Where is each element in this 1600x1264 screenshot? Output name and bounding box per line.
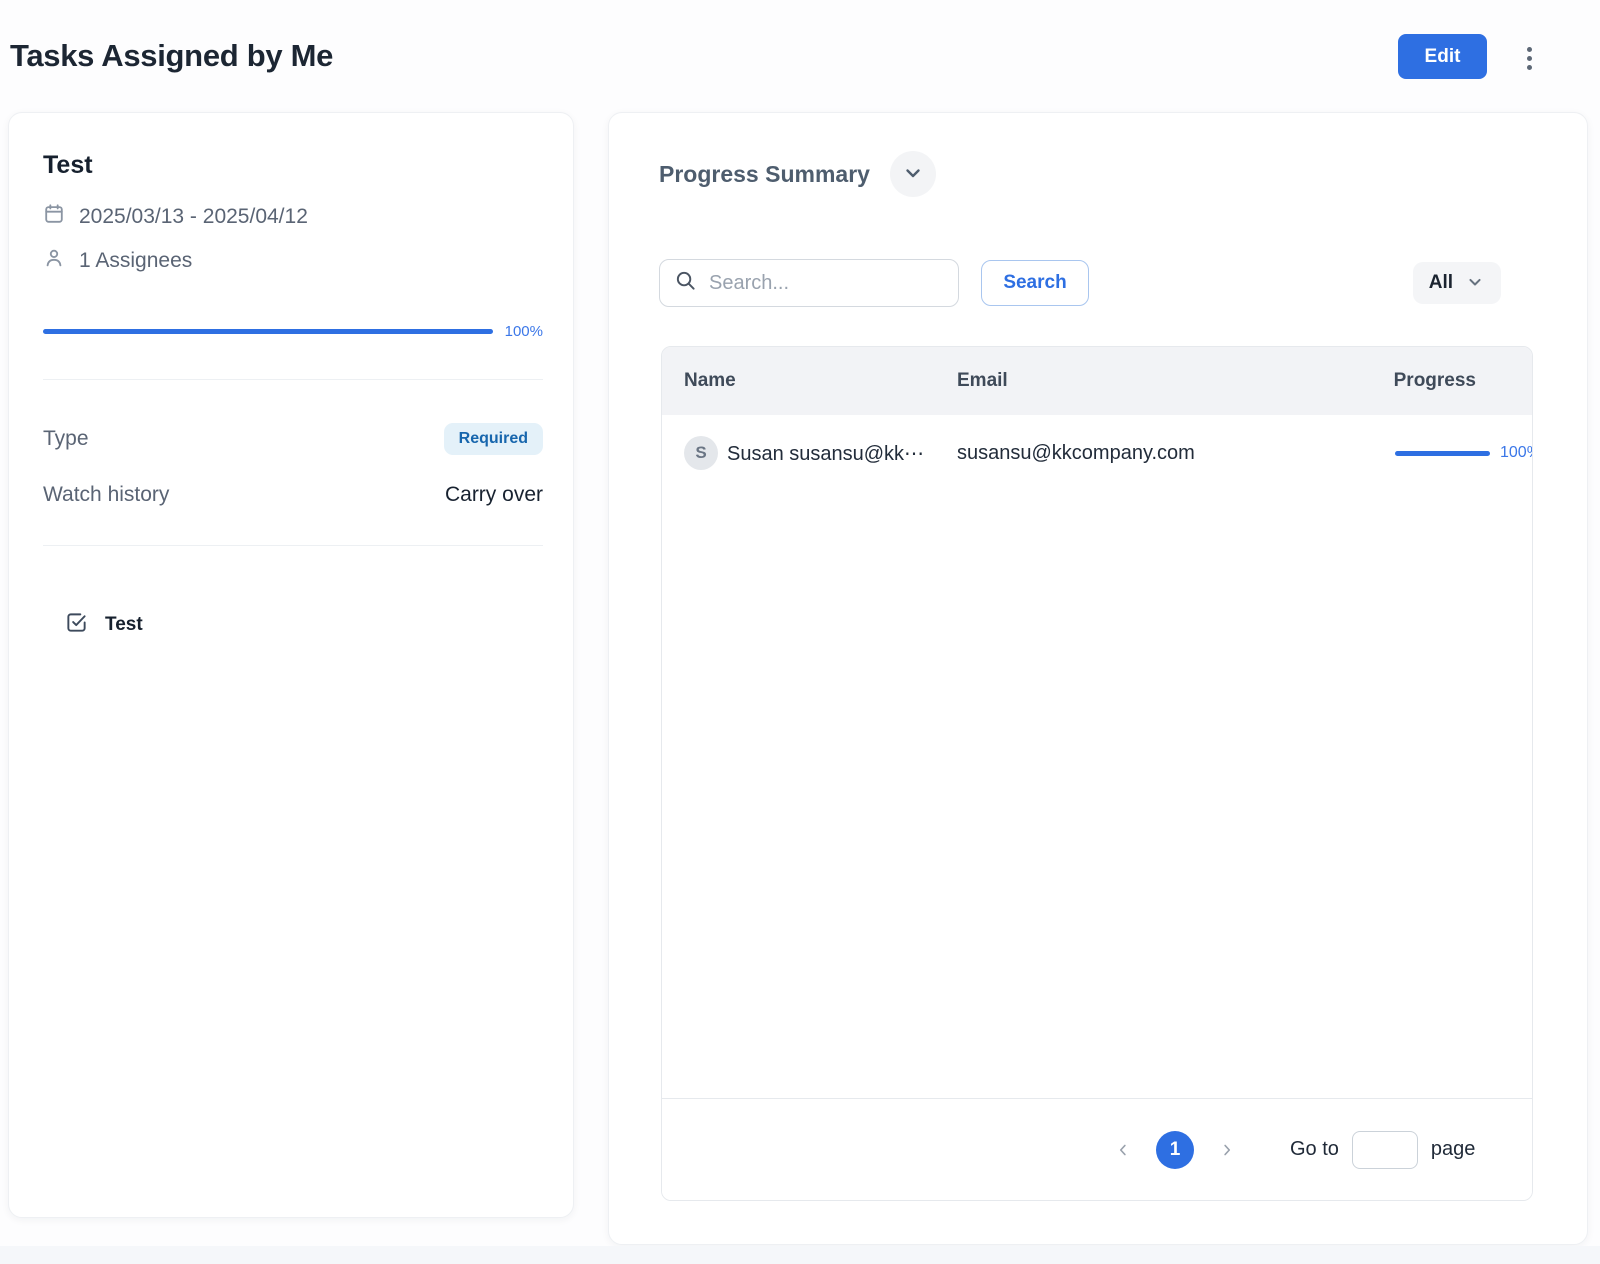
collapse-toggle-button[interactable] [890,151,936,197]
kebab-dot [1527,56,1532,61]
goto-page-input[interactable] [1352,1131,1418,1169]
pagination: 1 [1114,1131,1236,1169]
calendar-icon [43,203,65,231]
name-cell: S Susan susansu@kk⋯ [684,436,957,470]
progress-percent: 100% [505,323,543,340]
avatar: S [684,436,718,470]
watch-history-row: Watch history Carry over [43,483,543,507]
search-input[interactable] [709,272,944,295]
search-button[interactable]: Search [981,260,1089,306]
goto-label: Go to [1290,1138,1339,1161]
magnifier-icon [674,269,697,297]
progress-bar [43,329,493,334]
table-controls: Search All [659,259,1501,307]
filter-dropdown[interactable]: All [1413,262,1501,304]
table-row[interactable]: S Susan susansu@kk⋯ susansu@kkcompany.co… [662,415,1532,491]
page-number-button[interactable]: 1 [1156,1131,1194,1169]
table-header-row: Name Email Progress [662,347,1532,415]
page-label: page [1431,1138,1476,1161]
date-range-text: 2025/03/13 - 2025/04/12 [79,205,308,229]
assignee-name: Susan susansu@kk⋯ [727,441,924,466]
edit-button[interactable]: Edit [1398,34,1487,79]
task-list-item[interactable]: Test [65,611,143,639]
kebab-dot [1527,65,1532,70]
table-footer: 1 Go to page [662,1098,1532,1200]
summary-title: Progress Summary [659,161,870,188]
column-header-name: Name [684,370,957,392]
chevron-down-icon [901,161,925,188]
summary-header: Progress Summary [659,151,936,197]
task-progress: 100% [43,323,543,340]
person-icon [43,247,65,275]
kebab-dot [1527,47,1532,52]
goto-page: Go to page [1290,1131,1475,1169]
watch-history-value: Carry over [445,483,543,507]
type-label: Type [43,427,89,451]
type-row: Type Required [43,423,543,455]
date-range-row: 2025/03/13 - 2025/04/12 [43,203,308,231]
chevron-down-icon [1465,272,1485,295]
required-badge: Required [444,423,543,455]
divider [43,545,543,546]
progress-summary-card: Progress Summary Search All [608,112,1588,1245]
column-header-email: Email [957,370,1298,392]
task-title: Test [43,151,93,180]
task-item-label: Test [105,614,143,636]
task-detail-card: Test 2025/03/13 - 2025/04/12 1 Assignees… [8,112,574,1218]
row-progress-bar [1395,451,1490,456]
assignees-text: 1 Assignees [79,249,192,273]
check-square-icon[interactable] [65,611,88,639]
chevron-left-icon[interactable] [1114,1141,1132,1159]
chevron-right-icon[interactable] [1218,1141,1236,1159]
page-background-strip [0,1246,1600,1264]
divider [43,379,543,380]
filter-value: All [1429,272,1453,294]
row-progress: 100% [1395,444,1533,462]
kebab-menu-icon[interactable] [1516,42,1542,74]
page-title: Tasks Assigned by Me [10,38,333,74]
column-header-progress: Progress [1298,370,1532,392]
watch-history-label: Watch history [43,483,169,507]
progress-table: Name Email Progress S Susan susansu@kk⋯ … [661,346,1533,1201]
row-progress-percent: 100% [1500,444,1533,462]
search-box[interactable] [659,259,959,307]
assignees-row: 1 Assignees [43,247,192,275]
